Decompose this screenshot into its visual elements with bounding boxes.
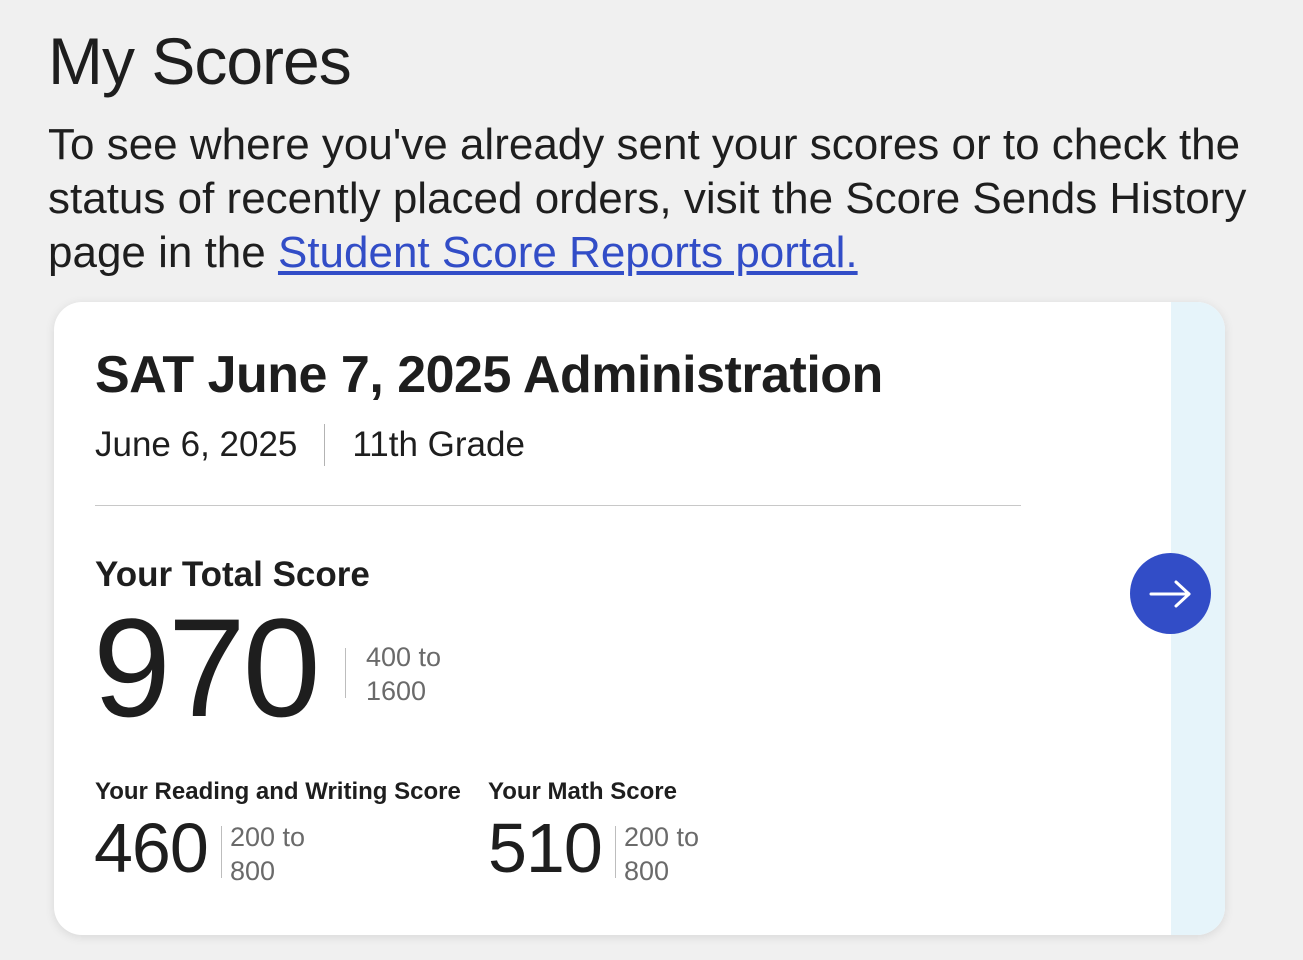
test-meta: June 6, 2025 11th Grade (95, 424, 525, 466)
score-card: SAT June 7, 2025 Administration June 6, … (54, 302, 1225, 935)
math-label: Your Math Score (488, 778, 677, 805)
reading-writing-divider (221, 826, 222, 878)
math-score: 510 (488, 809, 603, 887)
reading-writing-score: 460 (94, 809, 209, 887)
total-range-min: 400 to (366, 642, 442, 672)
meta-divider (324, 424, 326, 466)
math-range-min: 200 to (624, 822, 700, 852)
reading-writing-label: Your Reading and Writing Score (95, 778, 461, 805)
math-divider (615, 826, 616, 878)
total-range-max: 1600 (366, 676, 427, 706)
total-score-divider (345, 648, 346, 698)
reading-writing-range-max: 800 (230, 856, 276, 886)
math-range: 200 to 800 (624, 820, 724, 888)
test-administration-title: SAT June 7, 2025 Administration (95, 346, 883, 404)
grade-level: 11th Grade (352, 425, 525, 464)
reading-writing-range-min: 200 to (230, 822, 306, 852)
card-divider (95, 505, 1021, 506)
total-score-range: 400 to 1600 (366, 640, 476, 708)
intro-text: To see where you've already sent your sc… (48, 118, 1248, 280)
arrow-right-icon (1149, 580, 1190, 607)
view-score-details-button[interactable] (1130, 553, 1211, 634)
student-score-reports-link[interactable]: Student Score Reports portal. (278, 228, 858, 277)
test-date: June 6, 2025 (95, 425, 298, 464)
total-score-value: 970 (93, 589, 321, 746)
page-title: My Scores (48, 24, 352, 98)
math-range-max: 800 (624, 856, 670, 886)
reading-writing-range: 200 to 800 (230, 820, 330, 888)
